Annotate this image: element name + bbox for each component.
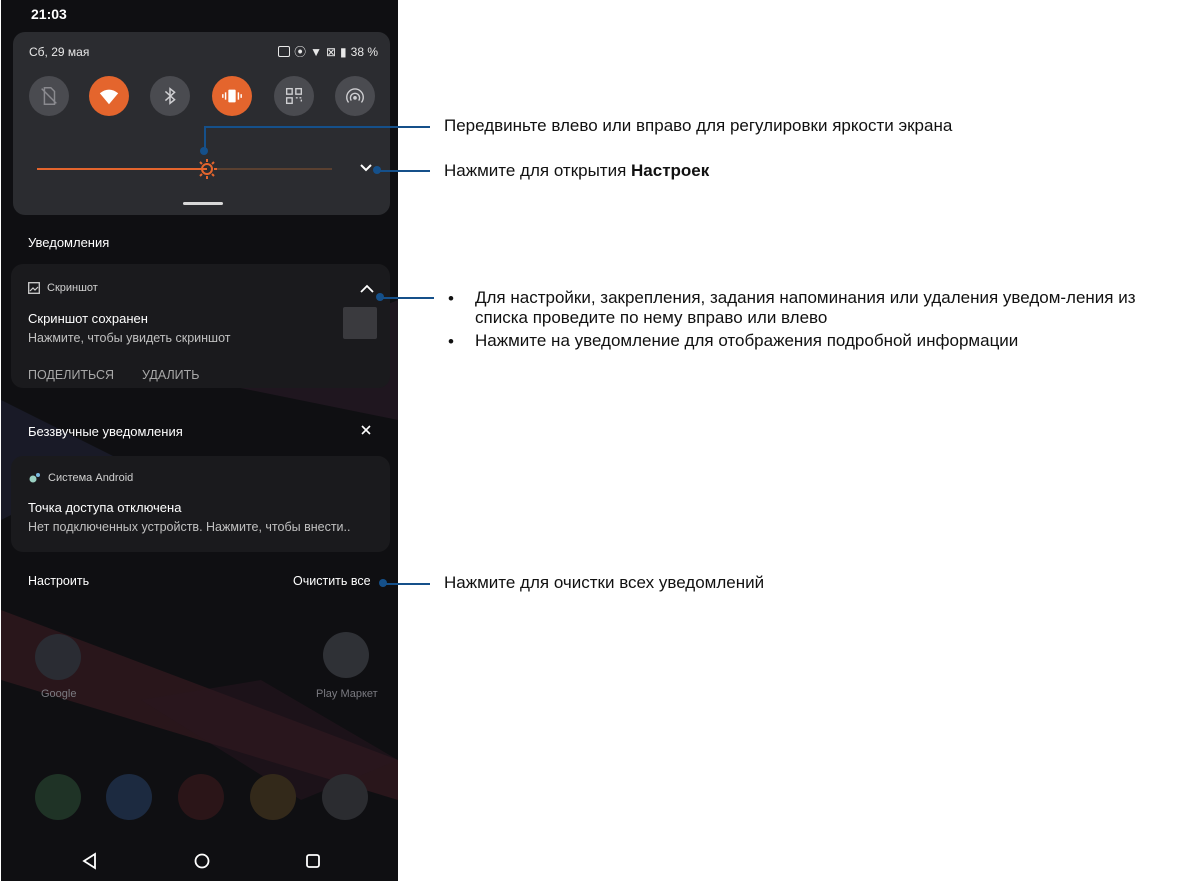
android-app-name: Система Android bbox=[48, 472, 134, 484]
chrome-app-icon[interactable] bbox=[250, 774, 296, 820]
no-sim-icon bbox=[41, 87, 57, 105]
no-sim-status-icon: ⊠ bbox=[325, 44, 337, 59]
vibrate-icon bbox=[222, 89, 242, 103]
tile-vibrate[interactable] bbox=[212, 76, 252, 116]
status-time: 21:03 bbox=[31, 6, 67, 22]
tile-wifi[interactable] bbox=[89, 76, 129, 116]
brightness-thumb[interactable] bbox=[195, 157, 219, 181]
bullet-2-text: Нажмите на уведомление для отображения п… bbox=[475, 331, 1019, 350]
google-folder-label: Google bbox=[41, 688, 77, 700]
settings-callout-prefix: Нажмите для открытия bbox=[444, 161, 632, 180]
android-text: Нет подключенных устройств. Нажмите, что… bbox=[28, 520, 351, 534]
wifi-icon bbox=[99, 89, 119, 105]
screenshot-app-name: Скриншот bbox=[47, 282, 98, 294]
panel-drag-handle[interactable] bbox=[183, 202, 223, 205]
vibrate-status-icon: ⦿ bbox=[294, 45, 307, 59]
android-notification[interactable]: Система Android Точка доступа отключена … bbox=[11, 456, 390, 552]
play-store-icon[interactable] bbox=[323, 632, 369, 678]
nfc-icon bbox=[278, 46, 291, 57]
notifications-title: Уведомления bbox=[28, 235, 110, 250]
status-icons: ⦿ ▼ ⊠ ▮ 38 % bbox=[278, 43, 378, 60]
messages-app-icon[interactable] bbox=[106, 774, 152, 820]
screenshot-notification[interactable]: Скриншот Скриншот сохранен Нажмите, чтоб… bbox=[11, 264, 390, 388]
clear-callout-text: Нажмите для очистки всех уведомлений bbox=[444, 573, 765, 592]
wifi-status-icon: ▼ bbox=[310, 44, 322, 59]
brightness-track-empty[interactable] bbox=[216, 168, 332, 170]
quick-settings-panel: Сб, 29 мая ⦿ ▼ ⊠ ▮ 38 % bbox=[13, 32, 390, 215]
armoury-app-icon[interactable] bbox=[178, 774, 224, 820]
settings-callout-line bbox=[377, 170, 430, 172]
navigation-bar bbox=[82, 852, 320, 870]
image-icon bbox=[28, 282, 40, 294]
screenshot-title: Скриншот сохранен bbox=[28, 311, 148, 326]
phone-app-icon[interactable] bbox=[35, 774, 81, 820]
screenshot-app-row: Скриншот bbox=[28, 282, 98, 294]
brightness-track-filled[interactable] bbox=[37, 168, 207, 170]
bullet-1-text: Для настройки, закрепления, задания напо… bbox=[475, 288, 1136, 327]
share-button[interactable]: ПОДЕЛИТЬСЯ bbox=[28, 368, 114, 382]
date-label: Сб, 29 мая bbox=[29, 45, 90, 59]
brightness-callout-line bbox=[204, 126, 430, 128]
battery-icon: ▮ bbox=[340, 44, 347, 59]
android-title: Точка доступа отключена bbox=[28, 500, 182, 515]
bullet-2-marker: • bbox=[448, 332, 454, 351]
settings-callout-bold: Настроек bbox=[631, 161, 710, 180]
settings-callout-text: Нажмите для открытия Настроек bbox=[444, 161, 709, 181]
brightness-callout-vertical bbox=[204, 126, 206, 151]
phone-screen: 21:03 Сб, 29 мая ⦿ ▼ ⊠ ▮ 38 % Уведомлени… bbox=[1, 0, 398, 881]
clear-all-button[interactable]: Очистить все bbox=[293, 574, 371, 588]
bullet-1-marker: • bbox=[448, 289, 454, 308]
close-icon[interactable] bbox=[360, 424, 372, 436]
recents-icon bbox=[306, 854, 320, 868]
play-store-label: Play Маркет bbox=[316, 688, 378, 700]
google-folder-icon[interactable] bbox=[35, 634, 81, 680]
notification-callout-line bbox=[380, 297, 434, 299]
bluetooth-icon bbox=[164, 87, 176, 105]
clear-callout-line bbox=[383, 583, 430, 585]
brightness-callout-text: Передвиньте влево или вправо для регулир… bbox=[444, 116, 953, 135]
delete-button[interactable]: УДАЛИТЬ bbox=[142, 368, 199, 382]
collapse-chevron-icon[interactable] bbox=[359, 282, 375, 296]
hotspot-icon bbox=[346, 88, 364, 103]
camera-app-icon[interactable] bbox=[322, 774, 368, 820]
manage-button[interactable]: Настроить bbox=[28, 574, 89, 588]
android-system-icon bbox=[29, 473, 40, 483]
tile-qr-scanner[interactable] bbox=[274, 76, 314, 116]
back-icon bbox=[82, 852, 96, 870]
android-app-row: Система Android bbox=[28, 472, 133, 484]
home-icon bbox=[194, 853, 210, 869]
tile-hotspot[interactable] bbox=[335, 76, 375, 116]
tile-bluetooth[interactable] bbox=[150, 76, 190, 116]
qr-scanner-icon bbox=[285, 87, 303, 105]
screenshot-thumbnail bbox=[343, 307, 377, 339]
screenshot-text: Нажмите, чтобы увидеть скриншот bbox=[28, 331, 231, 345]
silent-notifications-title: Беззвучные уведомления bbox=[28, 424, 183, 439]
tile-no-sim[interactable] bbox=[29, 76, 69, 116]
battery-percent: 38 % bbox=[350, 44, 378, 59]
